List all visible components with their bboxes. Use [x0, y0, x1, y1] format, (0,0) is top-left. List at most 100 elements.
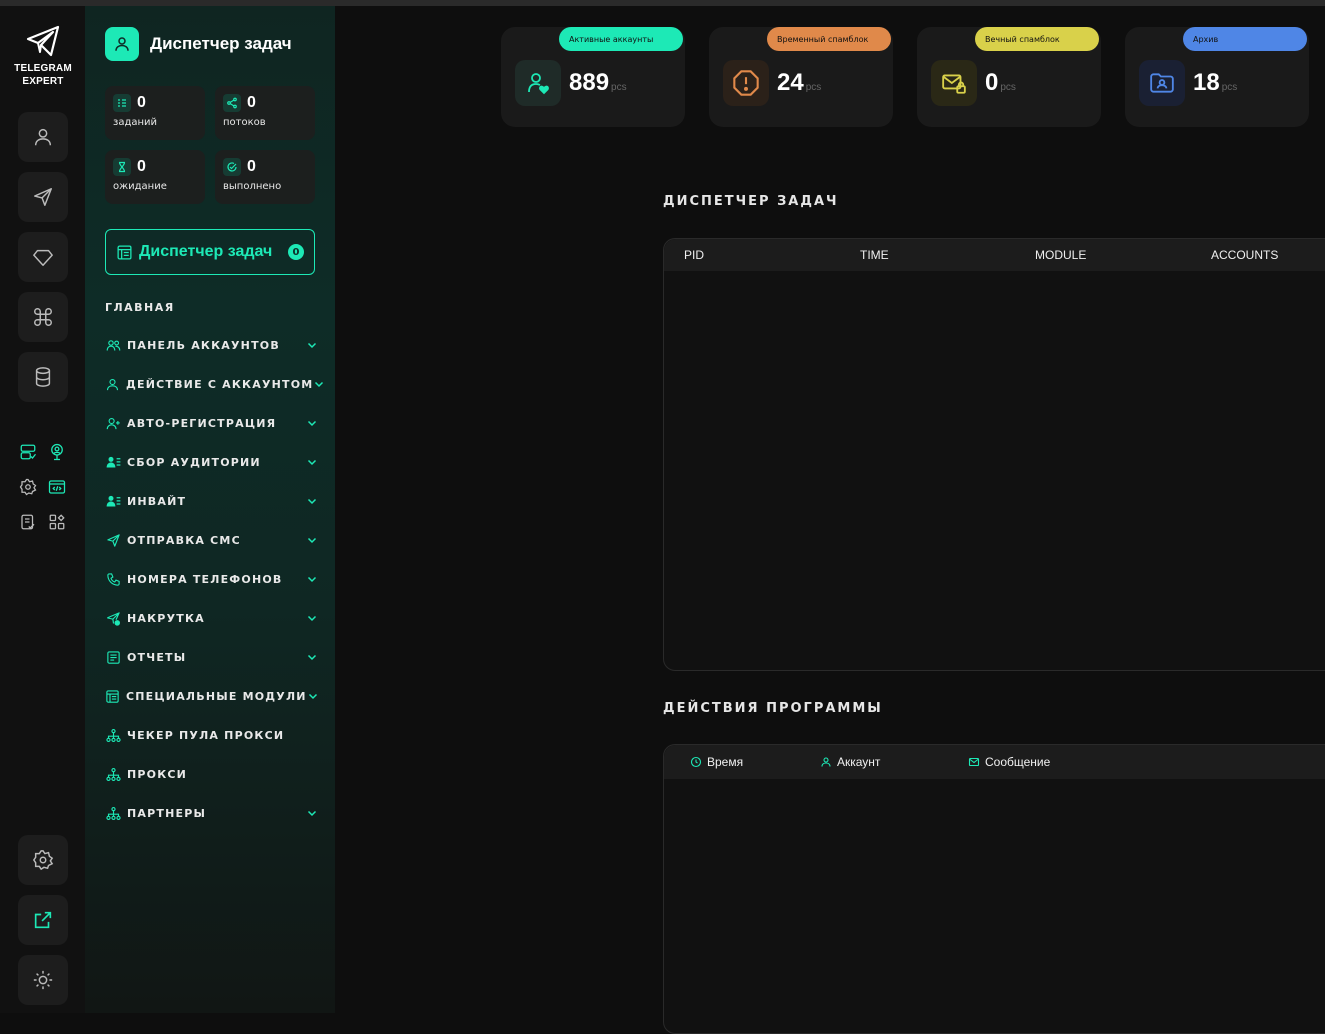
logo[interactable]: TELEGRAM EXPERT: [8, 24, 78, 88]
user-icon: [34, 128, 52, 146]
menu-label: ПРОКСИ: [127, 767, 188, 781]
users-icon: [105, 337, 121, 353]
chevron-down-icon[interactable]: [305, 455, 319, 469]
external-link-icon: [34, 911, 52, 929]
module-icon: [117, 244, 132, 260]
telegram-logo-icon: [26, 25, 60, 57]
card-unit: pcs: [805, 82, 822, 93]
mail-lock-icon: [931, 60, 977, 106]
column-header-label: Аккаунт: [837, 755, 881, 769]
checklist-icon[interactable]: [18, 512, 38, 532]
rail-settings-button[interactable]: [18, 835, 68, 885]
chevron-down-icon[interactable]: [305, 494, 319, 508]
stat-threads-label: потоков: [223, 117, 266, 128]
column-header-time[interactable]: TIME: [860, 248, 889, 262]
card-permanent-spamblock[interactable]: Вечный спамблок 0 pcs: [917, 27, 1101, 127]
menu-item-special-modules[interactable]: СПЕЦИАЛЬНЫЕ МОДУЛИ: [105, 686, 319, 706]
logo-line2: EXPERT: [22, 76, 64, 87]
menu-label: ПАНЕЛЬ АККАУНТОВ: [127, 338, 280, 352]
rail-user-button[interactable]: [18, 112, 68, 162]
send-icon: [105, 532, 121, 548]
chevron-down-icon[interactable]: [307, 689, 319, 703]
panel-title: Диспетчер задач: [150, 34, 292, 53]
settings-gear-icon[interactable]: [18, 477, 38, 497]
phone-icon: [105, 571, 121, 587]
location-user-icon[interactable]: [47, 442, 67, 462]
task-manager-table: PID TIME MODULE ACCOUNTS: [663, 238, 1325, 671]
column-header-module[interactable]: MODULE: [1035, 248, 1086, 262]
rail-external-link-button[interactable]: [18, 895, 68, 945]
column-header-label: Сообщение: [985, 755, 1051, 769]
stat-waiting-value: 0: [137, 158, 146, 175]
card-value-wrap: 889 pcs: [569, 69, 627, 97]
card-value-wrap: 0 pcs: [985, 69, 1016, 97]
menu-label: ОТПРАВКА СМС: [127, 533, 241, 547]
card-temporary-spamblock[interactable]: Временный спамблок 24 pcs: [709, 27, 893, 127]
chevron-down-icon[interactable]: [305, 416, 319, 430]
card-value-wrap: 18 pcs: [1193, 69, 1237, 97]
menu-label: НАКРУТКА: [127, 611, 205, 625]
menu-item-boost[interactable]: НАКРУТКА: [105, 608, 319, 628]
rail-diamond-button[interactable]: [18, 232, 68, 282]
server-check-icon[interactable]: [18, 442, 38, 462]
warning-octagon-icon: [723, 60, 769, 106]
column-header-account[interactable]: Аккаунт: [820, 755, 880, 769]
menu-item-account-action[interactable]: ДЕЙСТВИЕ С АККАУНТОМ: [105, 374, 324, 394]
stat-done-label: выполнено: [223, 181, 282, 192]
widgets-icon[interactable]: [47, 512, 67, 532]
card-value: 18: [1193, 69, 1220, 96]
chevron-down-icon[interactable]: [305, 533, 319, 547]
task-manager-button[interactable]: Диспетчер задач 0: [105, 229, 315, 275]
module-icon: [105, 688, 120, 704]
card-active-accounts[interactable]: Активные аккаунты 889 pcs: [501, 27, 685, 127]
stat-threads: 0 потоков: [215, 86, 315, 140]
clock-icon: [690, 756, 702, 768]
chevron-down-icon[interactable]: [305, 650, 319, 664]
card-unit: pcs: [1000, 82, 1016, 93]
column-header-accounts[interactable]: ACCOUNTS: [1211, 248, 1278, 262]
hourglass-icon: [113, 158, 131, 176]
menu-item-audience-collect[interactable]: СБОР АУДИТОРИИ: [105, 452, 319, 472]
menu-item-accounts-panel[interactable]: ПАНЕЛЬ АККАУНТОВ: [105, 335, 319, 355]
chevron-down-icon[interactable]: [305, 338, 319, 352]
menu-item-auto-registration[interactable]: АВТО-РЕГИСТРАЦИЯ: [105, 413, 319, 433]
network-icon: [105, 805, 121, 821]
card-pill: Архив: [1183, 27, 1307, 51]
report-icon: [105, 649, 121, 665]
menu-item-invite[interactable]: ИНВАЙТ: [105, 491, 319, 511]
code-window-icon[interactable]: [47, 477, 67, 497]
menu-label: ПАРТНЕРЫ: [127, 806, 207, 820]
menu-label: НОМЕРА ТЕЛЕФОНОВ: [127, 572, 283, 586]
column-header-time[interactable]: Время: [690, 755, 743, 769]
rail-theme-button[interactable]: [18, 955, 68, 1005]
menu-label: ОТЧЕТЫ: [127, 650, 187, 664]
rail-send-button[interactable]: [18, 172, 68, 222]
menu-item-partners[interactable]: ПАРТНЕРЫ: [105, 803, 319, 823]
user-heart-icon: [515, 60, 561, 106]
rail-database-button[interactable]: [18, 352, 68, 402]
card-archive[interactable]: Архив 18 pcs: [1125, 27, 1309, 127]
chevron-down-icon[interactable]: [305, 806, 319, 820]
chevron-down-icon[interactable]: [305, 572, 319, 586]
menu-item-proxy[interactable]: ПРОКСИ: [105, 764, 319, 784]
menu-item-reports[interactable]: ОТЧЕТЫ: [105, 647, 319, 667]
stat-threads-value: 0: [247, 94, 256, 111]
side-panel: Диспетчер задач 0 заданий 0 потоков 0 ож…: [85, 6, 335, 1013]
user-badge-icon: [105, 27, 139, 61]
rail-command-button[interactable]: [18, 292, 68, 342]
chevron-down-icon[interactable]: [305, 611, 319, 625]
settings-icon: [32, 850, 54, 871]
send-icon: [34, 188, 52, 206]
share-icon: [223, 94, 241, 112]
column-header-label: Время: [707, 755, 744, 769]
column-header-message[interactable]: Сообщение: [968, 755, 1050, 769]
menu-item-send-sms[interactable]: ОТПРАВКА СМС: [105, 530, 319, 550]
menu-item-proxy-pool-checker[interactable]: ЧЕКЕР ПУЛА ПРОКСИ: [105, 725, 319, 745]
task-manager-title: ДИСПЕТЧЕР ЗАДАЧ: [663, 194, 839, 209]
stat-waiting: 0 ожидание: [105, 150, 205, 204]
send-plus-icon: [105, 610, 121, 626]
menu-item-phone-numbers[interactable]: НОМЕРА ТЕЛЕФОНОВ: [105, 569, 319, 589]
column-header-pid[interactable]: PID: [684, 248, 704, 262]
chevron-down-icon[interactable]: [313, 377, 325, 391]
panel-header: Диспетчер задач: [105, 27, 292, 61]
